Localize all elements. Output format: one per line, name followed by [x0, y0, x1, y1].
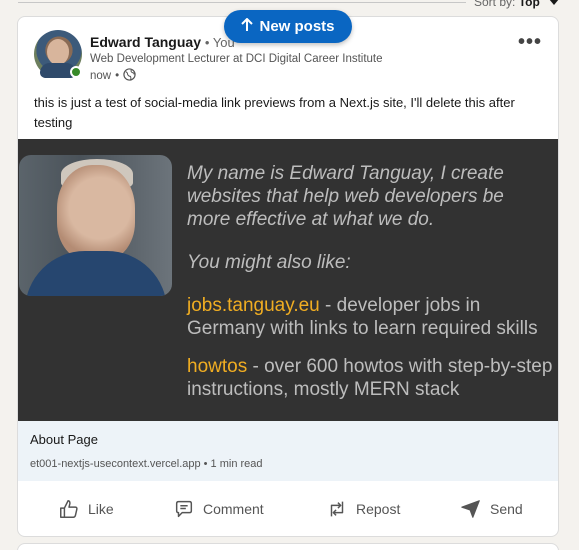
preview-item-jobs: jobs.tanguay.eu - developer jobs in Germ…: [187, 294, 558, 340]
like-button[interactable]: Like: [58, 487, 114, 531]
chevron-down-icon: [549, 0, 559, 8]
separator-dot: •: [115, 70, 120, 82]
more-options-icon[interactable]: •••: [518, 31, 542, 54]
like-label: Like: [88, 501, 114, 517]
post-actions: Like Comment Repost Send: [18, 487, 558, 531]
repost-icon: [326, 498, 348, 520]
sort-by-control[interactable]: Sort by: Top: [474, 0, 559, 9]
online-status-dot: [70, 66, 82, 78]
preview-link-howtos: howtos: [187, 356, 248, 377]
feed-divider: [18, 2, 466, 3]
new-posts-button[interactable]: New posts: [224, 10, 352, 43]
photo-head: [57, 165, 135, 261]
post-body-text: this is just a test of social-media link…: [34, 95, 515, 130]
link-meta: et001-nextjs-usecontext.vercel.app • 1 m…: [30, 458, 263, 470]
globe-icon: [123, 68, 136, 84]
link-preview-image[interactable]: My name is Edward Tanguay, I create webs…: [18, 139, 558, 421]
repost-label: Repost: [356, 501, 401, 517]
author-headline: Web Development Lecturer at DCI Digital …: [90, 53, 383, 65]
feed-top-strip: Sort by: Top: [0, 0, 579, 9]
post-time-visibility: now •: [90, 68, 136, 84]
post-card: Edward Tanguay • You Web Development Lec…: [17, 16, 559, 537]
send-icon: [460, 498, 482, 520]
arrow-up-icon: [241, 17, 254, 36]
new-posts-label: New posts: [259, 18, 335, 35]
link-preview-info[interactable]: About Page et001-nextjs-usecontext.verce…: [18, 421, 558, 481]
preview-also-like: You might also like:: [187, 252, 351, 273]
thumbs-up-icon: [58, 498, 80, 520]
send-label: Send: [490, 501, 523, 517]
sort-by-value: Top: [518, 0, 540, 9]
next-post-card: [17, 543, 559, 550]
photo-body: [25, 251, 167, 296]
link-title: About Page: [30, 432, 98, 447]
comment-icon: [173, 498, 195, 520]
post-time: now: [90, 70, 112, 82]
preview-link-jobs: jobs.tanguay.eu: [187, 295, 320, 316]
preview-intro: My name is Edward Tanguay, I create webs…: [187, 163, 504, 230]
preview-item-howtos: howtos - over 600 howtos with step-by-st…: [187, 355, 558, 401]
comment-button[interactable]: Comment: [173, 487, 264, 531]
author-name-line: Edward Tanguay • You: [90, 34, 235, 50]
repost-button[interactable]: Repost: [326, 487, 400, 531]
author-name[interactable]: Edward Tanguay: [90, 34, 201, 50]
sort-by-label: Sort by:: [474, 0, 516, 9]
avatar-face: [47, 39, 69, 65]
send-button[interactable]: Send: [460, 487, 523, 531]
comment-label: Comment: [203, 501, 264, 517]
author-photo: [19, 155, 172, 296]
